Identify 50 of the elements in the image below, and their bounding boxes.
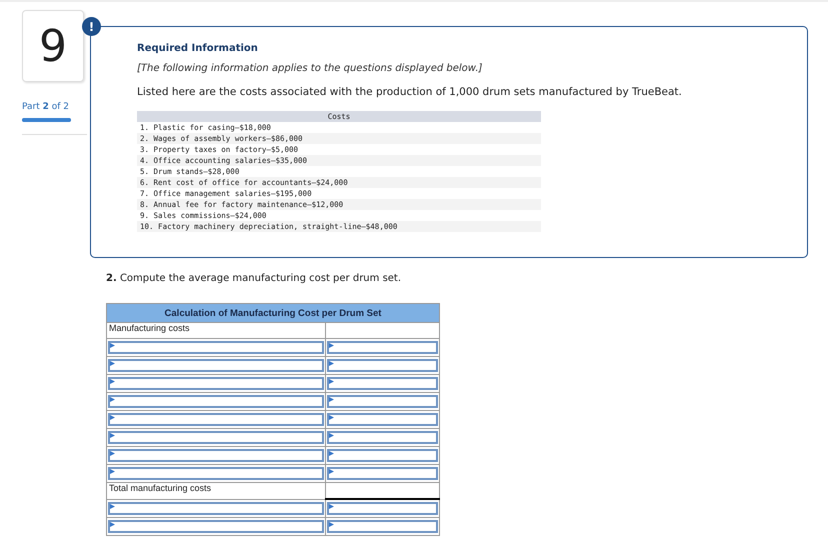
- input-field[interactable]: [326, 502, 438, 515]
- input-field[interactable]: [108, 377, 324, 390]
- info-note: [The following information applies to the questions displayed below.]: [137, 63, 484, 74]
- dropdown-icon: [328, 451, 334, 456]
- alert-icon: !: [82, 17, 101, 36]
- info-intro: Listed here are the costs associated with the production of 1,000 drum sets manufactured by TrueBeat.: [137, 86, 683, 98]
- dropdown-icon: [328, 379, 334, 384]
- dropdown-icon: [110, 433, 115, 438]
- input-field[interactable]: [326, 449, 438, 462]
- dropdown-icon: [110, 469, 115, 474]
- info-title: Required Information: [137, 43, 259, 54]
- dropdown-icon: [328, 343, 334, 348]
- dropdown-icon: [328, 433, 334, 438]
- dropdown-icon: [328, 397, 334, 402]
- input-field[interactable]: [108, 449, 324, 462]
- question-number: 9: [22, 10, 84, 82]
- dropdown-icon: [110, 522, 115, 527]
- input-field[interactable]: [108, 431, 324, 444]
- input-field[interactable]: [326, 520, 438, 533]
- input-field[interactable]: [108, 413, 324, 426]
- question-text: 2. Compute the average manufacturing cost per drum set.: [106, 273, 402, 284]
- dropdown-icon: [110, 415, 115, 420]
- input-field[interactable]: [108, 395, 324, 408]
- input-field[interactable]: [108, 502, 324, 515]
- dropdown-icon: [110, 397, 115, 402]
- input-field[interactable]: [326, 431, 438, 444]
- dropdown-icon: [328, 415, 334, 420]
- dropdown-icon: [328, 522, 334, 527]
- dropdown-icon: [110, 361, 115, 366]
- dropdown-icon: [328, 469, 334, 474]
- input-field[interactable]: [326, 359, 438, 372]
- dropdown-icon: [110, 451, 115, 456]
- input-field[interactable]: [108, 359, 324, 372]
- table-title: Calculation of Manufacturing Cost per Drum Set: [106, 304, 440, 322]
- input-field[interactable]: [326, 413, 438, 426]
- input-field[interactable]: [326, 395, 438, 408]
- input-field[interactable]: [108, 467, 324, 480]
- table-cell: Manufacturing costs: [106, 322, 326, 338]
- dropdown-icon: [110, 343, 115, 348]
- input-field[interactable]: [108, 520, 324, 533]
- dropdown-icon: [328, 361, 334, 366]
- table-cell: Total manufacturing costs: [106, 482, 326, 499]
- input-field[interactable]: [326, 341, 438, 354]
- input-field[interactable]: [108, 341, 324, 354]
- dropdown-icon: [328, 504, 334, 509]
- part-label: Part 2 of 2: [22, 102, 70, 112]
- input-field[interactable]: [326, 467, 438, 480]
- dropdown-icon: [110, 379, 115, 384]
- input-field[interactable]: [326, 377, 438, 390]
- dropdown-icon: [110, 504, 115, 509]
